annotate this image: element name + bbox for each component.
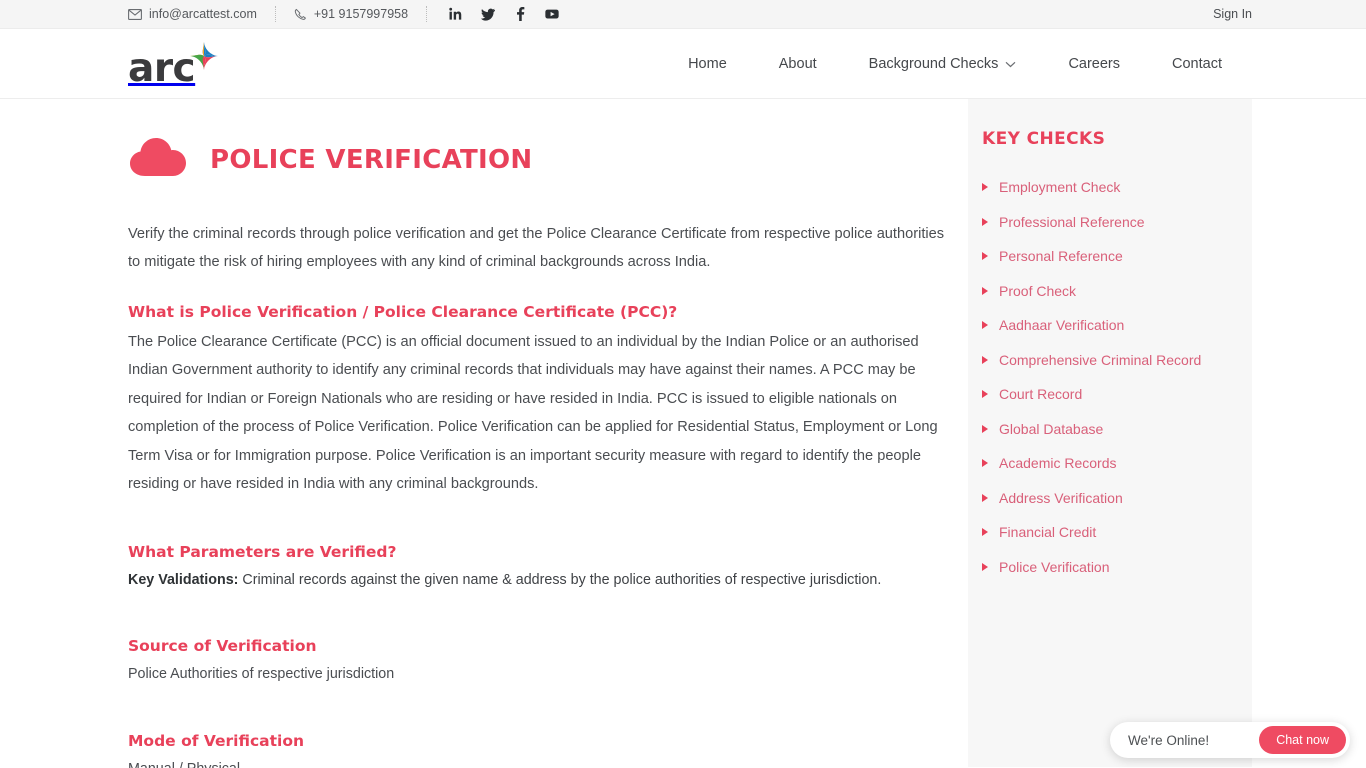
sidebar-item-professional-reference[interactable]: Professional Reference [982, 214, 1252, 230]
sidebar-item-academic-records[interactable]: Academic Records [982, 455, 1252, 471]
key-validations-text: Criminal records against the given name … [238, 571, 882, 588]
twitter-icon[interactable] [481, 7, 496, 21]
nav-label-about: About [778, 55, 817, 72]
topbar-phone-text: +91 9157997958 [313, 7, 409, 21]
nav-item-careers[interactable]: Careers [1068, 48, 1120, 80]
social-links [449, 7, 559, 21]
sidebar-item-personal-reference[interactable]: Personal Reference [982, 248, 1252, 264]
logo-text: arc [128, 46, 196, 92]
main-content: POLICE VERIFICATION Verify the criminal … [0, 99, 968, 768]
cloud-icon [128, 135, 188, 184]
sidebar-label-employment-check[interactable]: Employment Check [999, 179, 1120, 195]
chat-status-text: We're Online! [1128, 732, 1210, 748]
nav-item-home[interactable]: Home [688, 48, 727, 80]
chat-widget[interactable]: We're Online! Chat now [1110, 722, 1350, 758]
sidebar-item-court-record[interactable]: Court Record [982, 386, 1252, 402]
sidebar-label-comprehensive-criminal-record[interactable]: Comprehensive Criminal Record [999, 352, 1201, 368]
nav-label-home: Home [688, 55, 727, 72]
sidebar-label-aadhaar-verification[interactable]: Aadhaar Verification [999, 317, 1124, 333]
section-body-source: Police Authorities of respective jurisdi… [128, 666, 395, 683]
section-heading-parameters: What Parameters are Verified? [128, 542, 397, 561]
topbar: info@arcattest.com +91 9157997958 Sign I… [0, 0, 1366, 29]
key-validations-line: Key Validations: Criminal records agains… [128, 568, 968, 594]
sign-in-link[interactable]: Sign In [1213, 7, 1252, 21]
arrow-right-icon [982, 459, 988, 467]
nav-label-careers: Careers [1068, 55, 1121, 72]
envelope-icon [128, 8, 142, 20]
sidebar-item-global-database[interactable]: Global Database [982, 421, 1252, 437]
key-checks-list: Employment Check Professional Reference … [982, 179, 1252, 575]
arrow-right-icon [982, 424, 988, 433]
topbar-divider-1 [274, 6, 276, 22]
arrow-right-icon [982, 390, 988, 398]
nav-item-about[interactable]: About [779, 48, 817, 80]
arrow-right-icon [982, 183, 988, 191]
topbar-email-text: info@arcattest.com [149, 7, 257, 21]
section-heading-source: Source of Verification [128, 637, 317, 656]
sidebar-label-police-verification[interactable]: Police Verification [999, 559, 1110, 575]
site-logo[interactable]: arc [128, 40, 220, 92]
chat-now-button[interactable]: Chat now [1259, 726, 1346, 754]
page-title: POLICE VERIFICATION [210, 144, 533, 175]
arrow-right-icon [982, 528, 988, 536]
main-navigation: Home About Background Checks Careers Con… [688, 48, 1222, 80]
arrow-right-icon [982, 286, 988, 295]
page-lead-paragraph: Verify the criminal records through poli… [128, 226, 945, 271]
page-title-row: POLICE VERIFICATION [128, 135, 968, 184]
sidebar-title: KEY CHECKS [982, 129, 1106, 149]
arrow-right-icon [982, 252, 988, 260]
arrow-right-icon [982, 321, 988, 329]
arrow-right-icon [982, 562, 988, 571]
section-heading-what-is-pcc: What is Police Verification / Police Cle… [128, 302, 678, 321]
facebook-icon[interactable] [513, 7, 527, 21]
sidebar-item-address-verification[interactable]: Address Verification [982, 490, 1252, 506]
nav-label-background-checks: Background Checks [868, 55, 999, 72]
topbar-divider-2 [426, 6, 428, 22]
youtube-icon[interactable] [545, 7, 559, 21]
topbar-right: Sign In [1213, 7, 1252, 21]
page-body: POLICE VERIFICATION Verify the criminal … [0, 99, 1366, 768]
sidebar-item-proof-check[interactable]: Proof Check [982, 283, 1252, 299]
sidebar-label-court-record[interactable]: Court Record [999, 386, 1082, 402]
sidebar-item-financial-credit[interactable]: Financial Credit [982, 524, 1252, 540]
sidebar-item-employment-check[interactable]: Employment Check [982, 179, 1252, 195]
section-body-what-is-pcc: The Police Clearance Certificate (PCC) i… [128, 333, 938, 493]
sidebar-item-police-verification[interactable]: Police Verification [982, 559, 1252, 575]
chevron-down-icon [1005, 56, 1016, 72]
arrow-right-icon [982, 355, 988, 364]
sidebar-label-address-verification[interactable]: Address Verification [999, 490, 1123, 506]
right-gutter [1252, 99, 1366, 767]
sidebar-label-global-database[interactable]: Global Database [999, 421, 1103, 437]
logo-star-icon [188, 40, 220, 77]
sidebar-label-personal-reference[interactable]: Personal Reference [999, 248, 1123, 264]
nav-item-contact[interactable]: Contact [1172, 48, 1222, 80]
section-body-mode: Manual / Physical [128, 757, 968, 768]
sidebar-label-professional-reference[interactable]: Professional Reference [999, 214, 1145, 230]
sidebar-item-comprehensive-criminal-record[interactable]: Comprehensive Criminal Record [982, 352, 1252, 368]
nav-item-background-checks[interactable]: Background Checks [869, 48, 1017, 80]
phone-icon [294, 8, 307, 21]
key-validations-label: Key Validations: [128, 571, 239, 588]
arrow-right-icon [982, 217, 988, 226]
topbar-contact-group: info@arcattest.com +91 9157997958 [128, 6, 559, 22]
topbar-phone-link[interactable]: +91 9157997958 [294, 7, 426, 21]
site-header: arc Home About Background Checks Careers… [0, 29, 1366, 99]
sidebar-label-academic-records[interactable]: Academic Records [999, 455, 1117, 471]
section-heading-mode: Mode of Verification [128, 732, 305, 751]
sidebar-label-proof-check[interactable]: Proof Check [999, 283, 1076, 299]
arrow-right-icon [982, 493, 988, 502]
sidebar-item-aadhaar-verification[interactable]: Aadhaar Verification [982, 317, 1252, 333]
linkedin-icon[interactable] [449, 7, 463, 21]
nav-label-contact: Contact [1172, 55, 1222, 72]
sidebar-label-financial-credit[interactable]: Financial Credit [999, 524, 1096, 540]
topbar-email-link[interactable]: info@arcattest.com [128, 7, 275, 21]
sidebar: KEY CHECKS Employment Check Professional… [968, 99, 1252, 767]
